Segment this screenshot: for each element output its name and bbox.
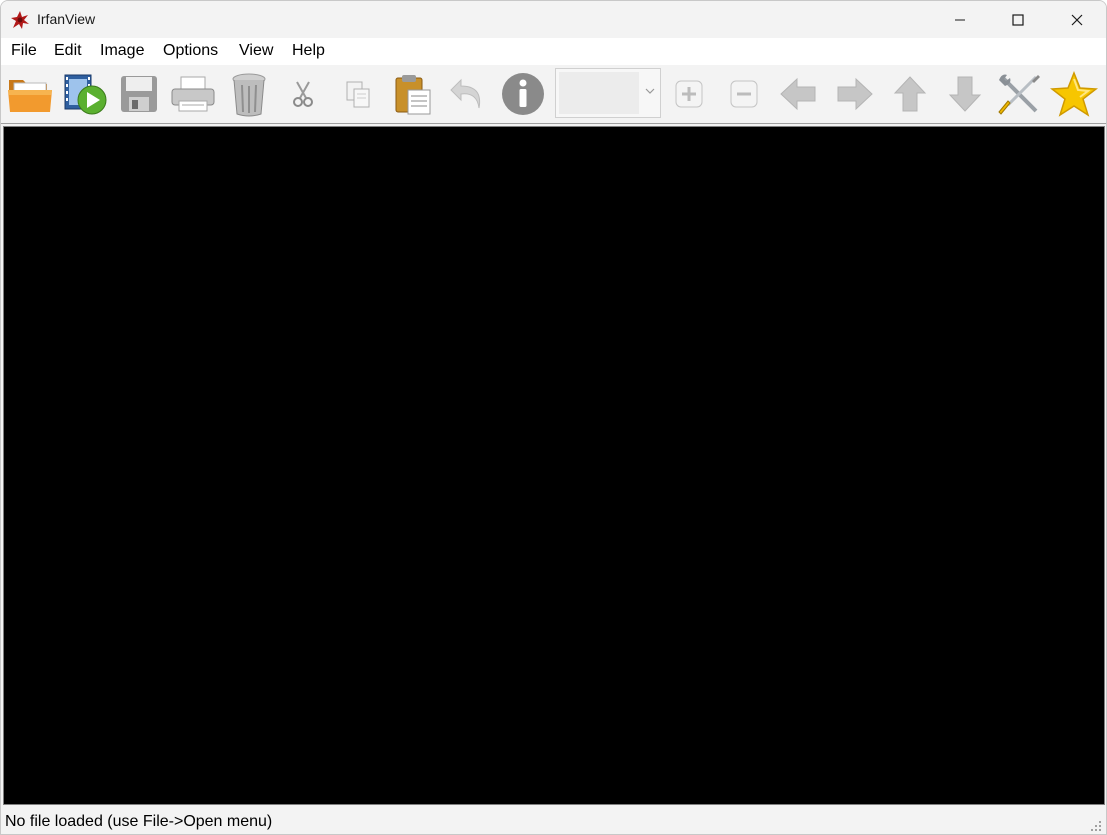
- menu-help[interactable]: Help: [292, 42, 325, 60]
- maximize-button[interactable]: [989, 1, 1047, 38]
- slideshow-button[interactable]: [59, 67, 111, 121]
- open-button[interactable]: [4, 67, 56, 121]
- image-canvas[interactable]: [3, 126, 1105, 805]
- chevron-down-icon: [645, 88, 655, 94]
- zoom-out-button[interactable]: [718, 67, 770, 121]
- zoom-dropdown[interactable]: [555, 68, 661, 118]
- close-button[interactable]: [1048, 1, 1106, 38]
- next-image-button[interactable]: [829, 67, 881, 121]
- slideshow-icon: [64, 74, 107, 115]
- menu-file[interactable]: File: [11, 42, 37, 60]
- paste-button[interactable]: [387, 67, 439, 121]
- cut-icon: [293, 81, 313, 107]
- folder-open-icon: [8, 80, 52, 112]
- arrow-right-icon: [837, 77, 873, 111]
- info-icon: [502, 73, 544, 115]
- star-icon: [1050, 71, 1098, 117]
- paste-icon: [395, 75, 431, 115]
- menu-view[interactable]: View: [239, 42, 273, 60]
- undo-button[interactable]: [441, 67, 493, 121]
- minimize-icon: [955, 19, 965, 20]
- trash-icon: [232, 73, 266, 117]
- copy-button[interactable]: [332, 67, 384, 121]
- toolbar: [1, 65, 1106, 124]
- status-bar: No file loaded (use File->Open menu): [1, 806, 1106, 834]
- minimize-button[interactable]: [931, 1, 989, 38]
- print-icon: [171, 76, 215, 112]
- close-icon: [1071, 14, 1083, 25]
- save-button[interactable]: [113, 67, 165, 121]
- maximize-icon: [1012, 13, 1024, 26]
- save-icon: [121, 76, 157, 112]
- window-title: IrfanView: [37, 11, 96, 27]
- title-bar[interactable]: IrfanView: [1, 1, 1106, 38]
- arrow-left-icon: [780, 77, 816, 111]
- info-button[interactable]: [497, 67, 549, 121]
- scroll-up-button[interactable]: [884, 67, 936, 121]
- undo-icon: [450, 78, 481, 109]
- scroll-down-button[interactable]: [939, 67, 991, 121]
- arrow-up-icon: [893, 76, 927, 112]
- menu-bar: File Edit Image Options View Help: [1, 38, 1106, 65]
- properties-button[interactable]: [993, 67, 1045, 121]
- settings-tools-icon: [998, 74, 1040, 115]
- cut-button[interactable]: [277, 67, 329, 121]
- zoom-in-button[interactable]: [663, 67, 715, 121]
- copy-icon: [346, 81, 370, 108]
- menu-image[interactable]: Image: [100, 42, 144, 60]
- menu-options[interactable]: Options: [163, 42, 218, 60]
- irfanview-logo-icon: [10, 10, 30, 30]
- zoom-value: [559, 72, 639, 114]
- zoom-out-icon: [730, 80, 758, 108]
- status-text: No file loaded (use File->Open menu): [5, 813, 273, 830]
- zoom-in-icon: [675, 80, 703, 108]
- previous-image-button[interactable]: [772, 67, 824, 121]
- favorites-button[interactable]: [1048, 67, 1100, 121]
- delete-button[interactable]: [223, 67, 275, 121]
- irfanview-window: IrfanView File Edit Image Options View H…: [0, 0, 1107, 835]
- print-button[interactable]: [167, 67, 219, 121]
- arrow-down-icon: [948, 76, 982, 112]
- resize-grip-icon[interactable]: [1090, 820, 1102, 832]
- menu-edit[interactable]: Edit: [54, 42, 82, 60]
